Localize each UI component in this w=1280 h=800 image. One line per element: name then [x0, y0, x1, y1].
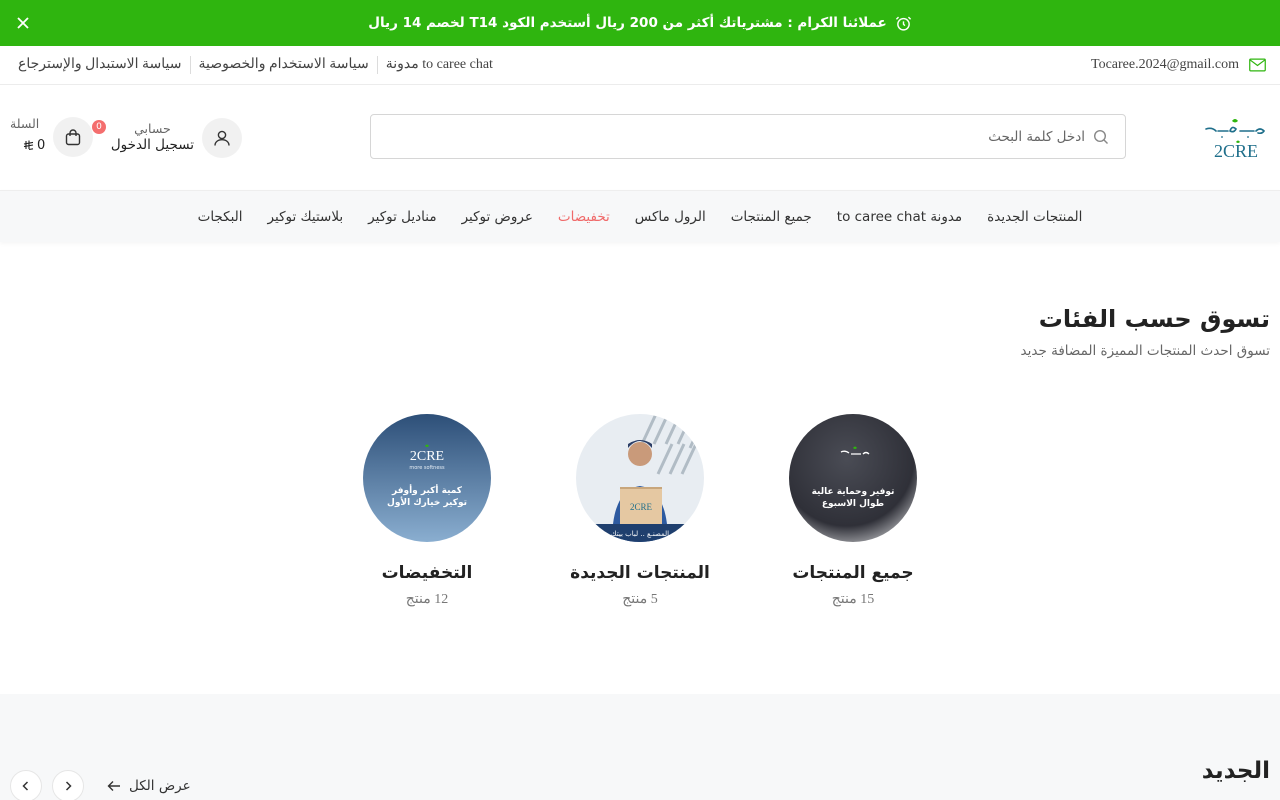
utility-bar: Tocaree.2024@gmail.com سياسة الاستبدال و… [0, 46, 1280, 85]
category-name: المنتجات الجديدة [570, 563, 710, 583]
category-card-new-products[interactable]: 2CRE المصنـع .. لباب بيتك المنتجات الجدي… [550, 414, 730, 608]
categories-header: تسوق حسب الفئات تسوق احدث المنتجات الممي… [1021, 305, 1270, 359]
category-name: جميع المنتجات [792, 563, 914, 583]
promo-text: عملائنا الكرام : مشترياتك أكثر من 200 ري… [368, 15, 887, 31]
categories-title: تسوق حسب الفئات [1038, 305, 1270, 333]
svg-text:2CRE: 2CRE [410, 449, 444, 464]
chevron-left-icon [22, 781, 29, 791]
category-count: 5 منتج [622, 592, 658, 607]
category-image-line-1: المصنـع .. لباب بيتك [611, 530, 669, 538]
return-policy-link[interactable]: سياسة الاستبدال والإسترجاع [18, 56, 191, 74]
main-nav: المنتجات الجديدة مدونة to caree chat جمي… [0, 190, 1280, 242]
view-all-link[interactable]: عرض الكل [107, 776, 191, 796]
category-count: 15 منتج [831, 592, 875, 607]
nav-item-blog[interactable]: مدونة to caree chat [837, 209, 962, 225]
login-label: تسجيل الدخول [110, 137, 194, 154]
bag-icon [53, 117, 93, 157]
category-image: توفير وحماية عالية طوال الاسبوع [789, 414, 917, 542]
category-image-line-1: كمية أكبر وأوفر [391, 484, 463, 496]
arrow-left-icon [107, 780, 121, 792]
categories-subtitle: تسوق احدث المنتجات المميزة المضافة جديد [1020, 343, 1270, 359]
category-image: 2CRE more softness كمية أكبر وأوفر توكير… [363, 414, 491, 542]
email-text: Tocaree.2024@gmail.com [1091, 57, 1239, 72]
brand-logo[interactable]: 2CRE [1204, 115, 1268, 161]
search-bar [370, 114, 1126, 159]
privacy-policy-link[interactable]: سياسة الاستخدام والخصوصية [191, 56, 378, 74]
nav-item-roll-max[interactable]: الرول ماكس [635, 209, 706, 225]
svg-text:more softness: more softness [409, 465, 445, 471]
category-card-all-products[interactable]: توفير وحماية عالية طوال الاسبوع جميع الم… [763, 414, 943, 608]
mail-icon [1249, 58, 1266, 72]
nav-item-tissues[interactable]: مناديل توكير [368, 209, 436, 225]
user-icon [202, 118, 242, 158]
close-promo-button[interactable] [12, 12, 34, 34]
category-image-line-1: توفير وحماية عالية [812, 487, 895, 497]
view-all-label: عرض الكل [129, 778, 191, 794]
policy-links: سياسة الاستبدال والإسترجاع سياسة الاستخد… [18, 46, 493, 84]
cart-total: 0 [23, 138, 45, 153]
search-input[interactable] [371, 115, 1125, 158]
contact-email[interactable]: Tocaree.2024@gmail.com [1091, 46, 1266, 84]
account-label: حسابي [134, 121, 171, 137]
category-image: 2CRE المصنـع .. لباب بيتك [576, 414, 704, 542]
category-card-discounts[interactable]: 2CRE more softness كمية أكبر وأوفر توكير… [337, 414, 517, 608]
carousel-prev-button[interactable] [52, 770, 84, 800]
chevron-right-icon [65, 781, 72, 791]
account-button[interactable]: حسابي تسجيل الدخول [109, 117, 242, 159]
search-icon[interactable] [1093, 129, 1109, 145]
nav-item-discounts[interactable]: تخفيضات [558, 209, 610, 225]
nav-item-new-products[interactable]: المنتجات الجديدة [987, 209, 1082, 225]
alarm-icon [895, 15, 912, 32]
cart-count-badge: 0 [92, 120, 106, 134]
promo-banner: عملائنا الكرام : مشترياتك أكثر من 200 ري… [0, 0, 1280, 46]
category-image-line-2: طوال الاسبوع [822, 499, 884, 509]
cart-label: السلة [10, 116, 40, 131]
site-header: 2CRE حسابي تسجيل الدخول السلة [0, 85, 1280, 190]
riyal-icon [23, 140, 34, 151]
svg-text:2CRE: 2CRE [630, 502, 653, 512]
cart-button[interactable]: السلة 0 0 [10, 115, 106, 159]
new-products-title: الجديد [1201, 758, 1270, 784]
nav-item-plastic[interactable]: بلاستيك توكير [268, 209, 344, 225]
blog-link[interactable]: مدونة to caree chat [378, 56, 493, 74]
carousel-next-button[interactable] [10, 770, 42, 800]
category-count: 12 منتج [405, 592, 449, 607]
nav-item-all-products[interactable]: جميع المنتجات [731, 209, 812, 225]
nav-item-offers[interactable]: عروض توكير [462, 209, 533, 225]
new-products-section: الجديد عرض الكل [0, 694, 1280, 800]
category-image-line-2: توكير خيارك الأول [387, 496, 467, 508]
category-name: التخفيضات [381, 563, 473, 583]
close-icon [17, 17, 29, 29]
nav-item-packages[interactable]: البكجات [198, 209, 243, 225]
svg-text:2CRE: 2CRE [1214, 141, 1258, 161]
cart-total-value: 0 [37, 138, 46, 153]
